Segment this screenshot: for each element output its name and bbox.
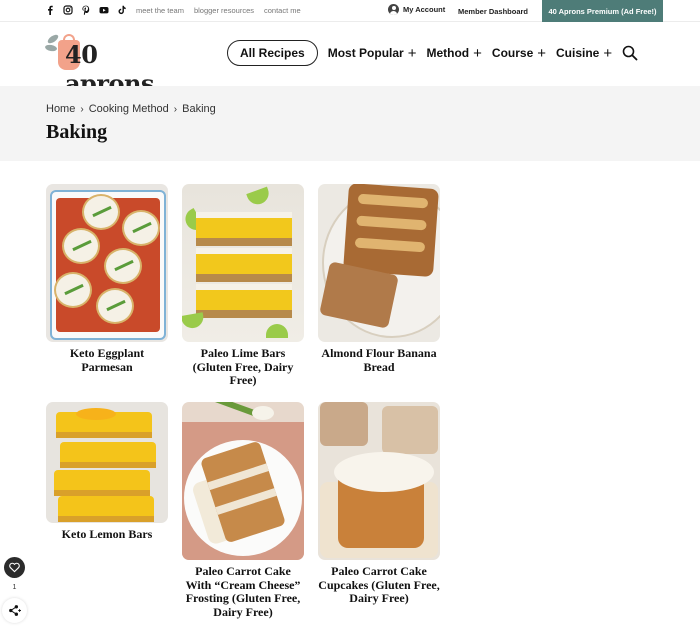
recipe-card[interactable]: Keto Lemon Bars <box>46 402 168 542</box>
recipe-image-keto-lemon-bars[interactable] <box>46 402 168 523</box>
share-icon <box>9 605 21 616</box>
pinterest-icon[interactable] <box>81 4 91 16</box>
recipe-title[interactable]: Paleo Carrot Cake With “Cream Cheese” Fr… <box>182 564 304 619</box>
logo-leaf-icon <box>44 44 58 52</box>
member-dashboard-link[interactable]: Member Dashboard <box>458 7 528 16</box>
chevron-right-icon: › <box>173 103 178 115</box>
nav-label: Cuisine <box>556 46 600 60</box>
heart-icon <box>9 562 20 573</box>
premium-button[interactable]: 40 Aprons Premium (Ad Free!) <box>542 0 663 22</box>
nav-label: Method <box>426 46 470 60</box>
recipe-image-almond-flour-banana-bread[interactable] <box>318 184 440 342</box>
recipe-image-paleo-carrot-cake[interactable] <box>182 402 304 560</box>
recipe-card[interactable]: Paleo Carrot Cake Cupcakes (Gluten Free,… <box>318 402 440 606</box>
contact-me-link[interactable]: contact me <box>264 6 301 15</box>
social-links <box>45 4 127 16</box>
recipe-image-keto-eggplant-parmesan[interactable] <box>46 184 168 342</box>
recipe-title[interactable]: Almond Flour Banana Bread <box>318 346 440 374</box>
favorite-button[interactable] <box>4 557 25 578</box>
chevron-right-icon: › <box>80 103 84 115</box>
page-title: Baking <box>46 121 108 143</box>
recipe-card[interactable]: Almond Flour Banana Bread <box>318 184 440 374</box>
plus-icon[interactable]: + <box>408 46 417 61</box>
breadcrumb-current: Baking <box>182 103 216 115</box>
recipe-card[interactable]: Paleo Carrot Cake With “Cream Cheese” Fr… <box>182 402 304 619</box>
plus-icon[interactable]: + <box>603 46 612 61</box>
tiktok-icon[interactable] <box>117 4 127 16</box>
page-header: Home › Cooking Method › Baking Baking <box>0 86 700 161</box>
site-header: 40 aprons All Recipes Most Popular + Met… <box>0 22 700 98</box>
recipe-title[interactable]: Keto Lemon Bars <box>46 527 168 542</box>
recipe-card[interactable]: Keto Eggplant Parmesan <box>46 184 168 374</box>
favorite-count: 1 <box>12 584 17 591</box>
all-recipes-button[interactable]: All Recipes <box>227 40 318 66</box>
recipe-title[interactable]: Paleo Lime Bars (Gluten Free, Dairy Free… <box>182 346 304 388</box>
nav-label: Course <box>491 46 534 60</box>
nav-most-popular[interactable]: Most Popular + <box>328 46 417 61</box>
nav-course[interactable]: Course + <box>492 46 546 61</box>
nav-cuisine[interactable]: Cuisine + <box>556 46 612 61</box>
youtube-icon[interactable] <box>99 4 109 16</box>
meet-the-team-link[interactable]: meet the team <box>136 6 184 15</box>
plus-icon[interactable]: + <box>537 46 546 61</box>
top-bar: meet the team blogger resources contact … <box>0 0 700 22</box>
my-account-link[interactable]: My Account <box>388 4 445 15</box>
share-button[interactable] <box>2 598 27 623</box>
nav-label: Most Popular <box>327 46 404 60</box>
user-icon <box>388 4 399 15</box>
nav-method[interactable]: Method + <box>426 46 481 61</box>
search-icon[interactable] <box>622 45 638 61</box>
recipe-card[interactable]: Paleo Lime Bars (Gluten Free, Dairy Free… <box>182 184 304 388</box>
recipe-image-paleo-lime-bars[interactable] <box>182 184 304 342</box>
recipe-title[interactable]: Keto Eggplant Parmesan <box>46 346 168 374</box>
site-logo[interactable]: 40 aprons <box>44 32 190 98</box>
breadcrumb-cooking-method[interactable]: Cooking Method <box>89 103 169 115</box>
recipe-image-paleo-carrot-cake-cupcakes[interactable] <box>318 402 440 560</box>
instagram-icon[interactable] <box>63 4 73 16</box>
top-links: meet the team blogger resources contact … <box>136 6 301 15</box>
blogger-resources-link[interactable]: blogger resources <box>194 6 254 15</box>
recipe-title[interactable]: Paleo Carrot Cake Cupcakes (Gluten Free,… <box>318 564 440 606</box>
breadcrumb: Home › Cooking Method › Baking <box>46 103 216 115</box>
my-account-label: My Account <box>403 5 446 14</box>
plus-icon[interactable]: + <box>473 46 482 61</box>
breadcrumb-home[interactable]: Home <box>46 103 75 115</box>
facebook-icon[interactable] <box>45 4 55 16</box>
main-nav: All Recipes Most Popular + Method + Cour… <box>227 40 638 66</box>
